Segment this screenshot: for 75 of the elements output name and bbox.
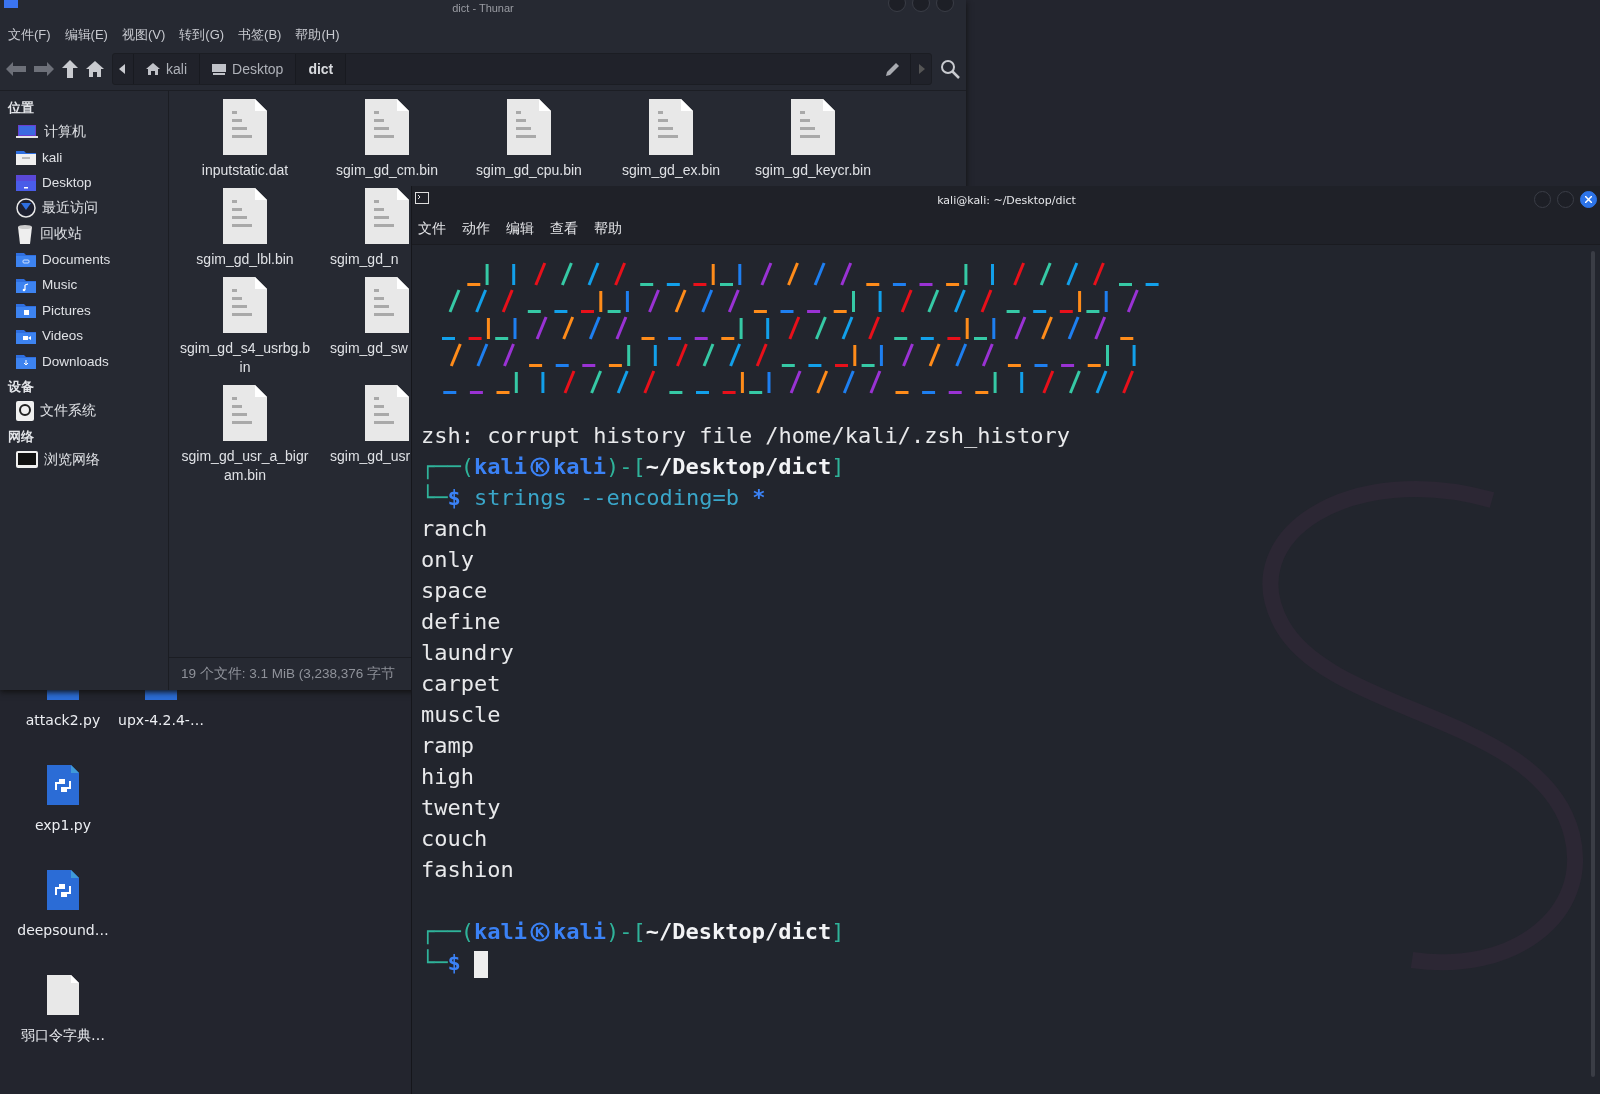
output-line: zsh: corrupt history file /home/kali/.zsh_history bbox=[421, 422, 1071, 450]
file-name[interactable]: sgim_gd_n bbox=[330, 250, 399, 269]
output-line: space bbox=[421, 577, 489, 605]
sidebar-item[interactable]: 回收站 bbox=[0, 221, 168, 247]
sidebar-item[interactable]: 最近访问 bbox=[0, 195, 168, 221]
window-title: kali@kali: ~/Desktop/dict bbox=[937, 193, 1076, 207]
sidebar-heading: 设备 bbox=[7, 378, 35, 396]
path-button[interactable]: kali bbox=[134, 54, 200, 84]
prompt-bracket: ┌──( bbox=[421, 454, 474, 479]
prompt-path: ~/Desktop/dict bbox=[645, 454, 832, 479]
menu-item[interactable]: 编辑(E) bbox=[64, 26, 108, 44]
file-name[interactable]: sgim_gd_usr bbox=[330, 447, 411, 466]
file-name[interactable]: sgim_gd_ex.bin bbox=[605, 161, 737, 180]
file-name[interactable]: sgim_gd_cm.bin bbox=[321, 161, 453, 180]
sidebar-item[interactable]: 文件系统 bbox=[0, 398, 168, 424]
sidebar-item[interactable]: Videos bbox=[0, 323, 168, 349]
file-label: 弱口令字典… bbox=[21, 1027, 105, 1045]
file-name[interactable]: sgim_gd_cpu.bin bbox=[463, 161, 595, 180]
file-label: exp1.py bbox=[34, 817, 92, 833]
command-text: * bbox=[752, 485, 766, 510]
output-line: ranch bbox=[421, 515, 489, 543]
file-name[interactable]: inputstatic.dat bbox=[179, 161, 311, 180]
prompt-host: kali bbox=[552, 918, 606, 946]
menu-item[interactable]: 文件 bbox=[418, 220, 446, 238]
prompt-sign: $ bbox=[447, 950, 461, 975]
menu-item[interactable]: 书签(B) bbox=[238, 26, 282, 44]
menu-item[interactable]: 帮助(H) bbox=[295, 26, 340, 44]
sidebar-item[interactable]: 浏览网络 bbox=[0, 447, 168, 473]
file-label: attack2.py bbox=[25, 712, 101, 728]
output-line: ramp bbox=[421, 732, 475, 760]
file-name[interactable]: sgim_gd_s4_usrbg.bin bbox=[179, 339, 311, 377]
prompt-bracket: ] bbox=[831, 919, 845, 944]
prompt-path: ~/Desktop/dict bbox=[645, 919, 832, 944]
menu-item[interactable]: 帮助 bbox=[594, 220, 622, 238]
menu-item[interactable]: 文件(F) bbox=[8, 26, 51, 44]
prompt-user: kali bbox=[474, 918, 527, 946]
prompt-sign: $ bbox=[447, 485, 461, 510]
prompt-user: kali bbox=[474, 453, 527, 481]
menu-item[interactable]: 视图(V) bbox=[121, 26, 166, 44]
output-line: high bbox=[421, 763, 475, 791]
command-text: --encoding=b bbox=[579, 485, 739, 510]
menu-item[interactable]: 转到(G) bbox=[179, 26, 225, 44]
file-name[interactable]: sgim_gd_keycr.bin bbox=[747, 161, 879, 180]
window-title: dict - Thunar bbox=[452, 2, 514, 14]
sidebar-item[interactable]: 计算机 bbox=[0, 119, 168, 145]
sidebar-item[interactable]: kali bbox=[0, 144, 168, 170]
file-name[interactable]: sgim_gd_usr_a_bigram.bin bbox=[179, 447, 311, 485]
prompt-corner: └─ bbox=[421, 950, 448, 975]
sidebar-item[interactable]: Documents bbox=[0, 246, 168, 272]
output-line: couch bbox=[421, 825, 489, 853]
sidebar-item[interactable]: Music bbox=[0, 272, 168, 298]
sidebar-heading: 网络 bbox=[7, 427, 35, 446]
file-name[interactable]: sgim_gd_sw bbox=[330, 339, 408, 358]
menu-item[interactable]: 编辑 bbox=[506, 220, 534, 238]
command-text: strings bbox=[474, 485, 567, 510]
file-label: upx-4.2.4-… bbox=[118, 712, 204, 728]
sidebar-item[interactable]: Pictures bbox=[0, 297, 168, 323]
menu-item[interactable]: 动作 bbox=[462, 220, 490, 238]
output-line: muscle bbox=[421, 701, 502, 729]
menu-item[interactable]: 查看 bbox=[550, 220, 578, 238]
file-name[interactable]: sgim_gd_lbl.bin bbox=[179, 250, 311, 269]
prompt-bracket: )-[ bbox=[605, 919, 646, 944]
sidebar-item[interactable]: Downloads bbox=[0, 348, 168, 374]
prompt-bracket: ┌──( bbox=[421, 919, 474, 944]
prompt-bracket: ] bbox=[831, 454, 845, 479]
output-line: only bbox=[421, 546, 475, 574]
output-line: twenty bbox=[421, 794, 502, 822]
sidebar-heading: 位置 bbox=[6, 99, 35, 117]
prompt-bracket: )-[ bbox=[605, 454, 646, 479]
output-line: define bbox=[421, 608, 502, 636]
output-line: fashion bbox=[421, 856, 515, 884]
file-label: deepsound… bbox=[17, 922, 109, 938]
prompt-corner: └─ bbox=[421, 485, 448, 510]
sidebar-item[interactable]: Desktop bbox=[0, 170, 168, 196]
prompt-host: kali bbox=[552, 453, 606, 481]
